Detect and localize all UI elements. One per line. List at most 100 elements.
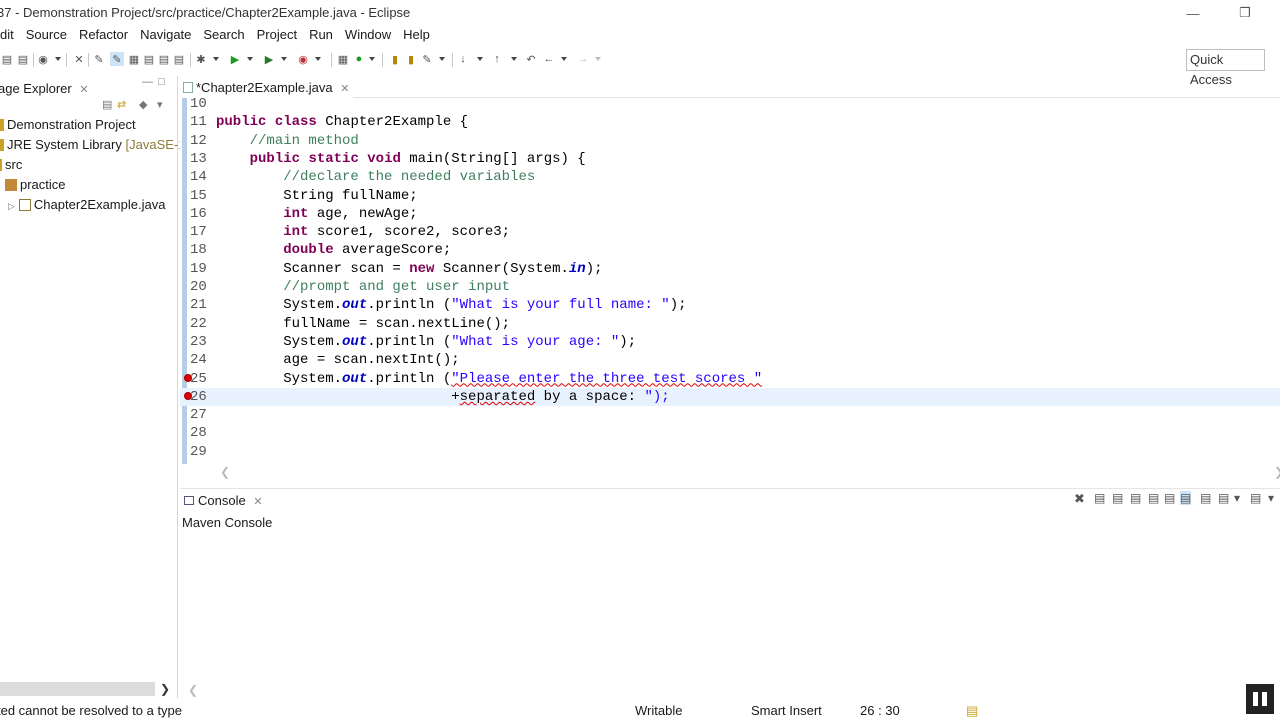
close-icon[interactable]: ✕ (253, 496, 262, 508)
new-java-package-icon[interactable]: ▦ (336, 52, 350, 66)
tree-item-package[interactable]: practice (5, 176, 66, 194)
code-line[interactable]: 15 String fullName; (180, 187, 1280, 205)
chevron-right-icon[interactable]: ❯ (1274, 465, 1280, 479)
chevron-down-icon[interactable] (213, 57, 219, 61)
code-line[interactable]: 12 //main method (180, 132, 1280, 150)
menu-window[interactable]: Window (339, 26, 397, 46)
toggle-breadcrumb-icon[interactable]: ✎ (92, 52, 106, 66)
display-console-icon[interactable]: ▤ (1218, 491, 1229, 505)
code-line[interactable]: 23 System.out.println ("What is your age… (180, 333, 1280, 351)
new-java-class-icon[interactable]: ● (352, 52, 366, 66)
view-menu-icon[interactable]: ◆ (139, 98, 147, 111)
menu-edit[interactable]: dit (0, 26, 20, 46)
code-line[interactable]: 24 age = scan.nextInt(); (180, 351, 1280, 369)
code-line[interactable]: 10 (180, 95, 1280, 113)
previous-annotation-icon[interactable]: ↑ (490, 52, 504, 66)
chevron-down-icon[interactable] (315, 57, 321, 61)
maximize-view-icon[interactable]: □ (158, 76, 165, 88)
menu-help[interactable]: Help (397, 26, 436, 46)
scroll-lock-icon[interactable]: ▤ (1148, 491, 1159, 505)
package-explorer-tab[interactable]: age Explorer ✕ (0, 81, 89, 96)
pause-icon[interactable] (1246, 684, 1274, 714)
chevron-right-icon[interactable]: ❯ (160, 682, 170, 696)
view-menu-chevron-icon[interactable]: ▾ (157, 98, 163, 111)
block-selection-icon[interactable]: ▦ (127, 52, 141, 66)
quick-access-field[interactable]: Quick Access (1186, 49, 1265, 87)
debug-icon[interactable]: ◉ (36, 52, 50, 66)
chevron-right-icon[interactable]: ▷ (8, 201, 15, 211)
open-type-icon[interactable]: ▮ (388, 52, 402, 66)
task-progress-icon[interactable]: ▤ (966, 703, 978, 719)
remove-all-icon[interactable]: ▤ (1112, 491, 1123, 505)
chevron-left-icon[interactable]: ❮ (220, 465, 230, 479)
editor-horizontal-scrollbar[interactable]: ❮ ❯ (180, 464, 1280, 480)
save-icon[interactable]: ▤ (0, 52, 14, 66)
close-icon[interactable]: ✕ (79, 84, 88, 96)
menu-navigate[interactable]: Navigate (134, 26, 197, 46)
code-line[interactable]: 13 public static void main(String[] args… (180, 150, 1280, 168)
minimize-button[interactable]: — (1170, 2, 1216, 24)
show-console-icon[interactable]: ▤ (1180, 491, 1192, 505)
menu-project[interactable]: Project (251, 26, 303, 46)
chevron-down-icon[interactable] (595, 57, 601, 61)
chevron-down-icon[interactable] (477, 57, 483, 61)
skip-breakpoints-icon[interactable]: ✕ (72, 52, 86, 66)
show-whitespace-icon[interactable]: ▤ (142, 52, 156, 66)
code-line[interactable]: 11 public class Chapter2Example { (180, 113, 1280, 131)
collapse-all-icon[interactable]: ▤ (102, 98, 112, 111)
word-wrap-icon[interactable]: ▤ (172, 52, 186, 66)
code-line[interactable]: 16 int age, newAge; (180, 205, 1280, 223)
status-insert-mode[interactable]: Smart Insert (751, 703, 822, 718)
mark-occurrences-icon[interactable]: ✎ (110, 52, 124, 66)
tree-item-java-file[interactable]: ▷ Chapter2Example.java (8, 196, 165, 215)
link-with-editor-icon[interactable]: ⇄ (117, 98, 126, 111)
code-line[interactable]: 18 double averageScore; (180, 241, 1280, 259)
chevron-down-icon[interactable]: ▾ (1268, 491, 1274, 505)
search-icon[interactable]: ✎ (420, 52, 434, 66)
menu-search[interactable]: Search (197, 26, 250, 46)
horizontal-scrollbar[interactable] (0, 682, 155, 696)
next-annotation-icon[interactable]: ↓ (456, 52, 470, 66)
forward-arrow-icon[interactable]: → (576, 52, 590, 66)
code-line[interactable]: 28 (180, 424, 1280, 442)
chevron-down-icon[interactable] (281, 57, 287, 61)
word-wrap-icon[interactable]: ▤ (1164, 491, 1175, 505)
tree-item-jre-library[interactable]: JRE System Library [JavaSE-10] (0, 136, 196, 154)
debug-run-icon[interactable]: ✱ (194, 52, 208, 66)
tree-item-project[interactable]: Demonstration Project (0, 116, 136, 134)
chevron-down-icon[interactable] (247, 57, 253, 61)
open-task-icon[interactable]: ▮ (404, 52, 418, 66)
menu-source[interactable]: Source (20, 26, 73, 46)
coverage-icon[interactable]: ▶ (262, 52, 276, 66)
code-line[interactable]: 26 +separated by a space: "); (180, 387, 1280, 406)
close-icon[interactable]: ✕ (340, 83, 349, 95)
code-line[interactable]: 21 System.out.println ("What is your ful… (180, 296, 1280, 314)
menu-refactor[interactable]: Refactor (73, 26, 134, 46)
restore-button[interactable]: ❐ (1222, 2, 1268, 24)
tree-item-src[interactable]: src (0, 156, 22, 174)
code-line[interactable]: 17 int score1, score2, score3; (180, 223, 1280, 241)
chevron-left-icon[interactable]: ❮ (188, 683, 198, 697)
back-arrow-icon[interactable]: ← (542, 52, 556, 66)
chevron-down-icon[interactable] (55, 57, 61, 61)
last-edit-location-icon[interactable]: ↶ (524, 52, 538, 66)
code-line[interactable]: 25 System.out.println ("Please enter the… (180, 370, 1280, 388)
save-all-icon[interactable]: ▤ (16, 52, 30, 66)
chevron-down-icon[interactable] (439, 57, 445, 61)
remove-launch-icon[interactable]: ▤ (1094, 491, 1105, 505)
code-line[interactable]: 20 //prompt and get user input (180, 278, 1280, 296)
code-line[interactable]: 22 fullName = scan.nextLine(); (180, 315, 1280, 333)
format-icon[interactable]: ▤ (157, 52, 171, 66)
console-tab[interactable]: Console ✕ (184, 493, 263, 508)
code-line[interactable]: 27 (180, 406, 1280, 424)
pin-console-icon[interactable]: ▤ (1200, 491, 1211, 505)
menu-run[interactable]: Run (303, 26, 339, 46)
minimize-view-icon[interactable]: — (142, 76, 153, 88)
chevron-down-icon[interactable] (511, 57, 517, 61)
code-editor[interactable]: 10 11 public class Chapter2Example {12 //m… (180, 95, 1280, 464)
code-line[interactable]: 14 //declare the needed variables (180, 168, 1280, 186)
clear-console-icon[interactable]: ▤ (1130, 491, 1141, 505)
chevron-down-icon[interactable]: ▾ (1234, 491, 1240, 505)
run-icon[interactable]: ▶ (228, 52, 242, 66)
code-line[interactable]: 19 Scanner scan = new Scanner(System.in)… (180, 260, 1280, 278)
